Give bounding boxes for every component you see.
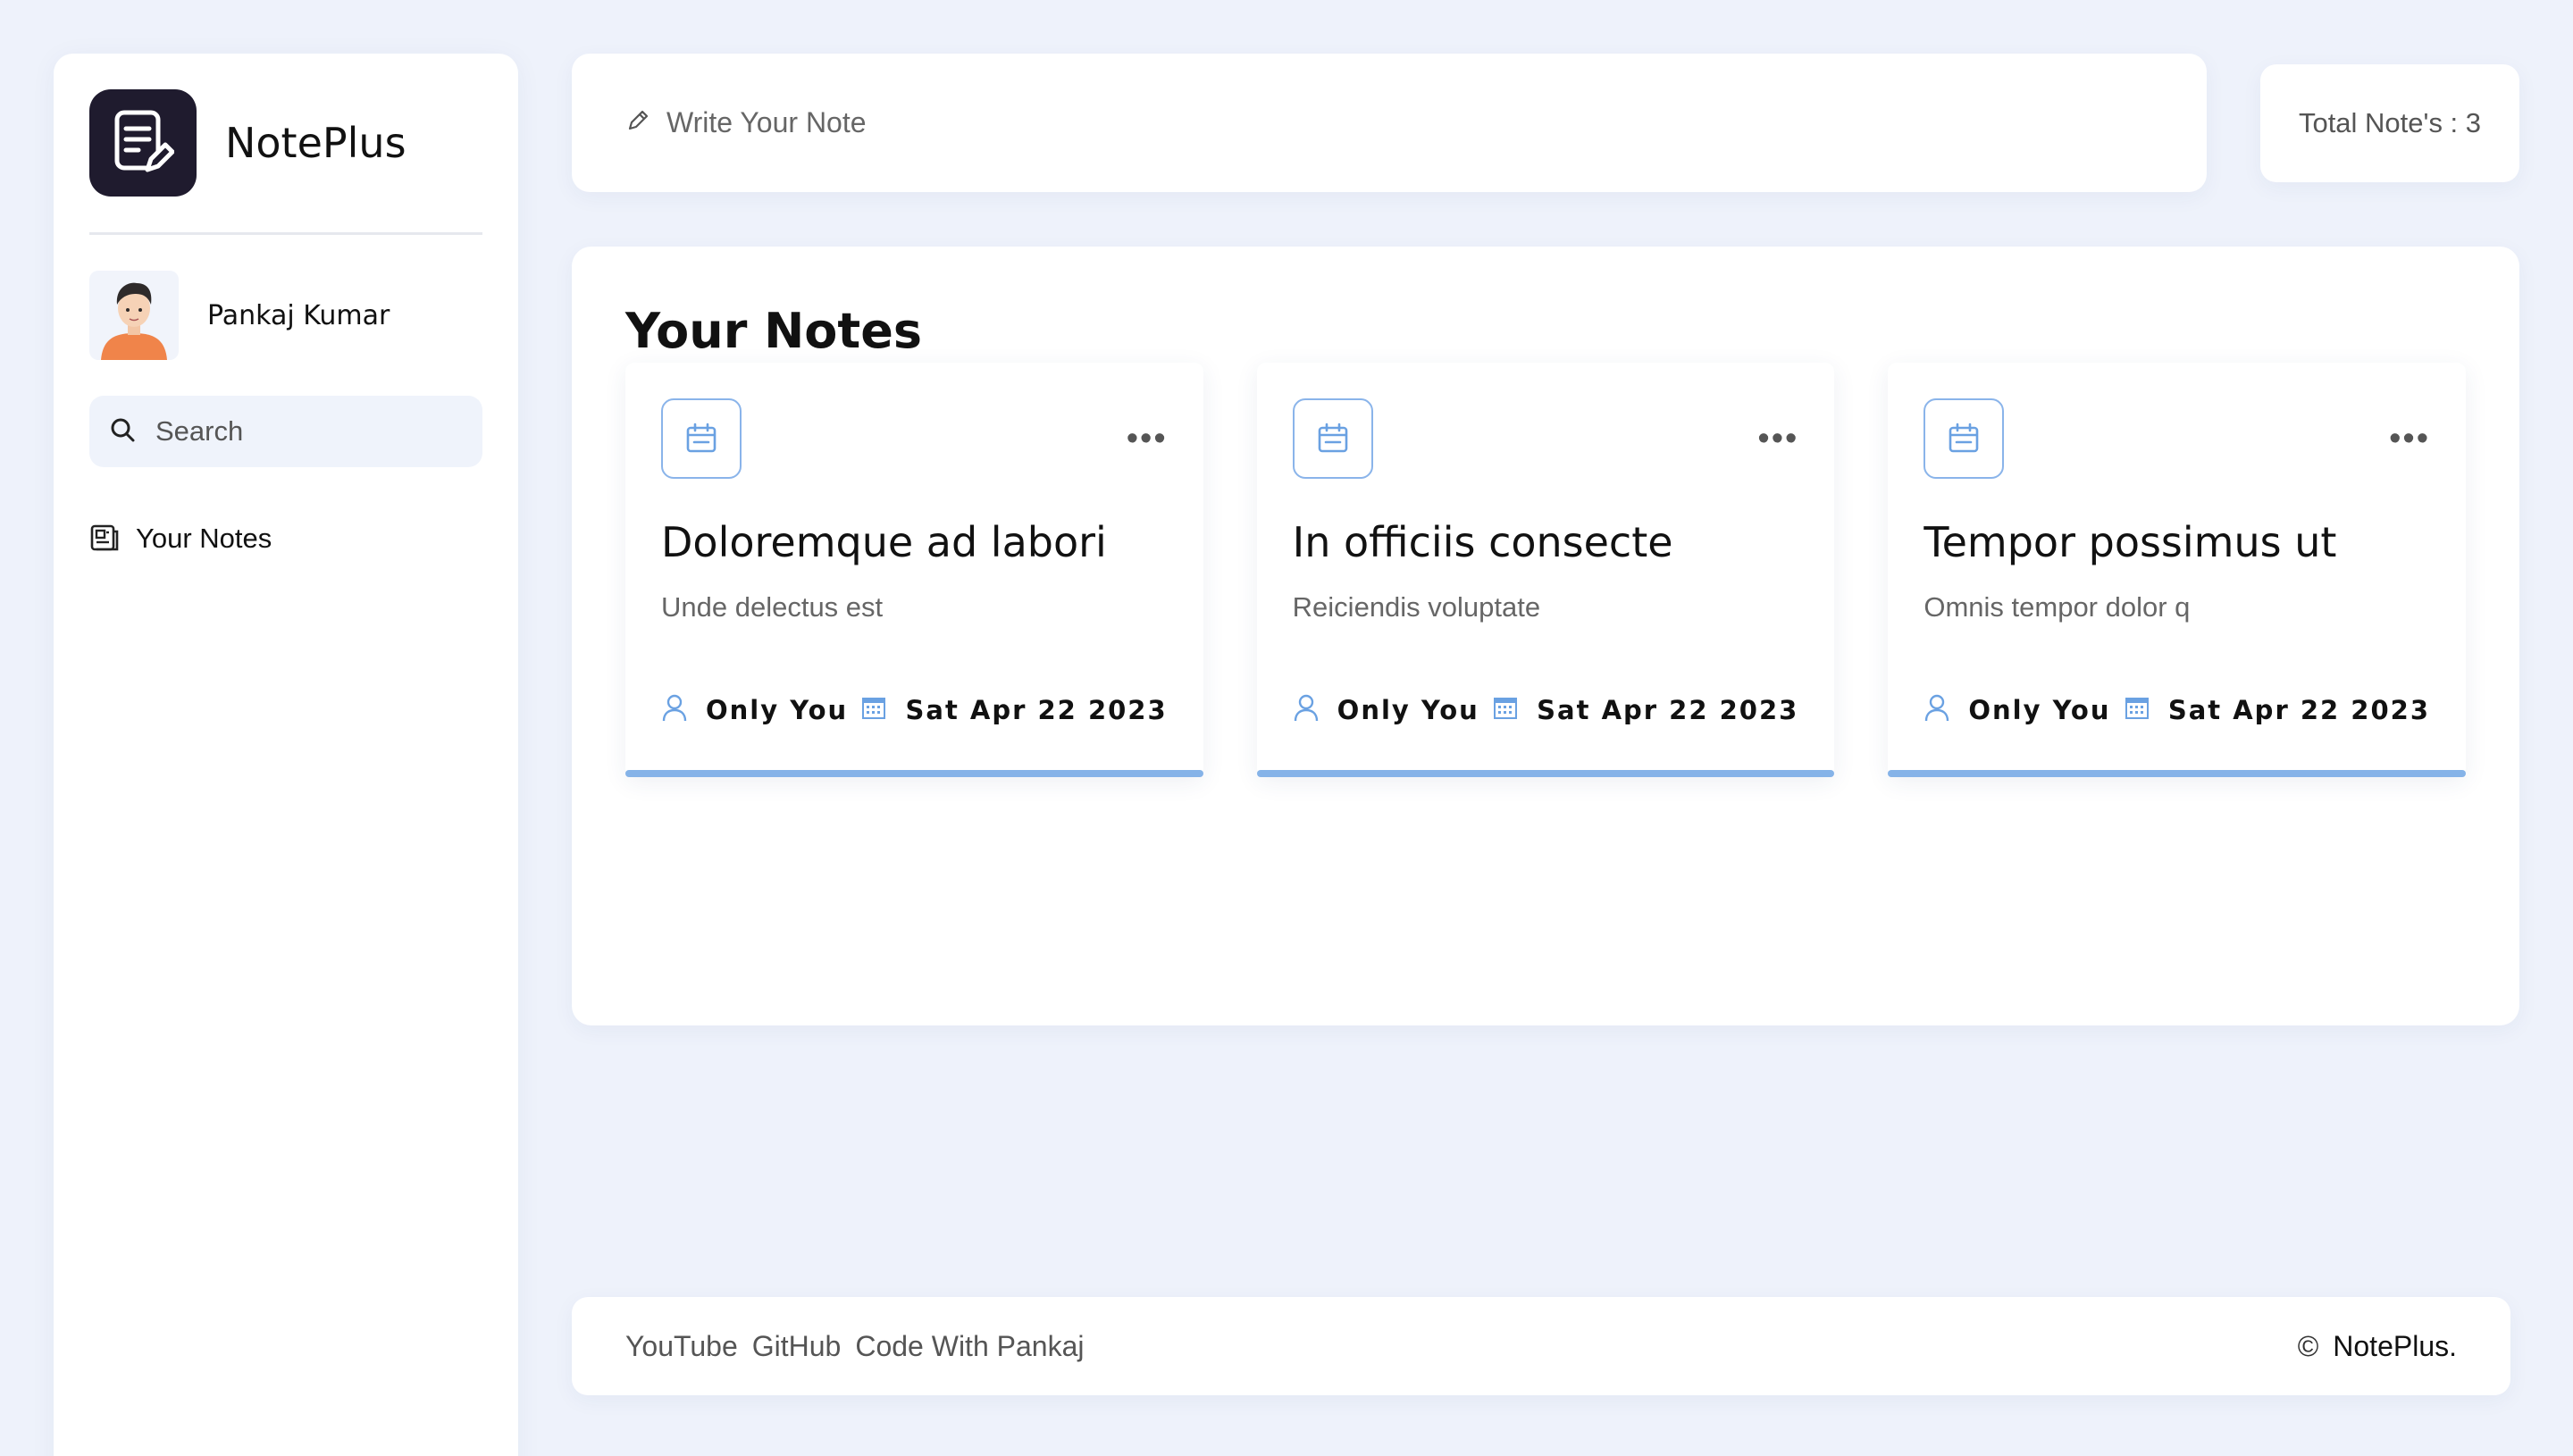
note-visibility: Only You — [661, 693, 848, 726]
note-description: Reiciendis voluptate — [1292, 591, 1541, 623]
calendar-icon — [661, 398, 742, 479]
note-date-label: Sat Apr 22 2023 — [2167, 694, 2431, 725]
calendar-icon — [1923, 398, 2005, 479]
avatar — [89, 271, 179, 360]
note-visibility-label: Only You — [706, 694, 849, 725]
note-visibility: Only You — [1923, 693, 2110, 726]
note-visibility-label: Only You — [1337, 694, 1479, 725]
more-options-icon[interactable]: ••• — [2389, 422, 2430, 456]
brand[interactable]: NotePlus — [89, 89, 482, 197]
card-accent-bar — [625, 770, 1203, 777]
user-icon — [1293, 693, 1320, 726]
footer-link-github[interactable]: GitHub — [752, 1330, 842, 1363]
search-icon — [109, 416, 136, 448]
footer-links: YouTube GitHub Code With Pankaj — [625, 1330, 1084, 1363]
notes-panel: Your Notes ••• Doloremque ad labori Unde… — [572, 247, 2519, 1025]
note-description: Omnis tempor dolor q — [1923, 591, 2191, 623]
more-options-icon[interactable]: ••• — [1127, 422, 1168, 456]
sidebar-divider — [89, 232, 482, 235]
more-options-icon[interactable]: ••• — [1757, 422, 1798, 456]
note-title: Tempor possimus ut — [1923, 518, 2337, 566]
note-date: Sat Apr 22 2023 — [1492, 694, 1798, 725]
calendar-icon — [1292, 398, 1373, 479]
user-icon — [1923, 693, 1950, 726]
copyright-text: NotePlus. — [2333, 1329, 2457, 1362]
note-title: Doloremque ad labori — [661, 518, 1107, 566]
footer-link-code-with-pankaj[interactable]: Code With Pankaj — [855, 1330, 1084, 1363]
user-name: Pankaj Kumar — [207, 299, 390, 331]
footer-copyright: © NotePlus. — [2298, 1330, 2457, 1363]
sidebar: NotePlus Pankaj Kumar Search Your Notes — [54, 54, 518, 1456]
date-calendar-icon — [860, 694, 887, 725]
sidebar-item-label: Your Notes — [136, 523, 272, 554]
pencil-icon — [625, 108, 650, 138]
note-visibility-label: Only You — [1968, 694, 2111, 725]
total-notes-label: Total Note's : 3 — [2298, 107, 2482, 138]
footer-link-youtube[interactable]: YouTube — [625, 1330, 738, 1363]
note-date-label: Sat Apr 22 2023 — [905, 694, 1168, 725]
date-calendar-icon — [2124, 694, 2150, 725]
note-date-label: Sat Apr 22 2023 — [1537, 694, 1799, 725]
footer: YouTube GitHub Code With Pankaj © NotePl… — [572, 1297, 2510, 1395]
write-note-input[interactable]: Write Your Note — [572, 54, 2207, 192]
note-description: Unde delectus est — [661, 591, 884, 623]
note-visibility: Only You — [1293, 693, 1479, 726]
brand-name: NotePlus — [225, 119, 406, 167]
noteplus-logo-icon — [89, 89, 197, 197]
note-date: Sat Apr 22 2023 — [860, 694, 1167, 725]
copyright-icon: © — [2297, 1329, 2319, 1362]
notes-icon — [89, 522, 120, 556]
note-date: Sat Apr 22 2023 — [2124, 694, 2430, 725]
sidebar-item-your-notes[interactable]: Your Notes — [89, 519, 482, 558]
user-profile[interactable]: Pankaj Kumar — [89, 271, 482, 360]
date-calendar-icon — [1492, 694, 1519, 725]
note-card[interactable]: ••• Tempor possimus ut Omnis tempor dolo… — [1888, 363, 2467, 777]
note-card[interactable]: ••• In officiis consecte Reiciendis volu… — [1256, 363, 1835, 777]
card-accent-bar — [1256, 770, 1835, 777]
note-title: In officiis consecte — [1292, 518, 1673, 566]
user-icon — [661, 693, 688, 726]
note-card[interactable]: ••• Doloremque ad labori Unde delectus e… — [625, 363, 1203, 777]
search-input[interactable]: Search — [89, 396, 482, 467]
notes-list: ••• Doloremque ad labori Unde delectus e… — [625, 363, 2467, 777]
search-label: Search — [155, 415, 244, 447]
total-notes-badge: Total Note's : 3 — [2260, 64, 2519, 182]
card-accent-bar — [1888, 770, 2467, 777]
page-title: Your Notes — [625, 303, 922, 359]
write-note-placeholder: Write Your Note — [666, 106, 867, 138]
